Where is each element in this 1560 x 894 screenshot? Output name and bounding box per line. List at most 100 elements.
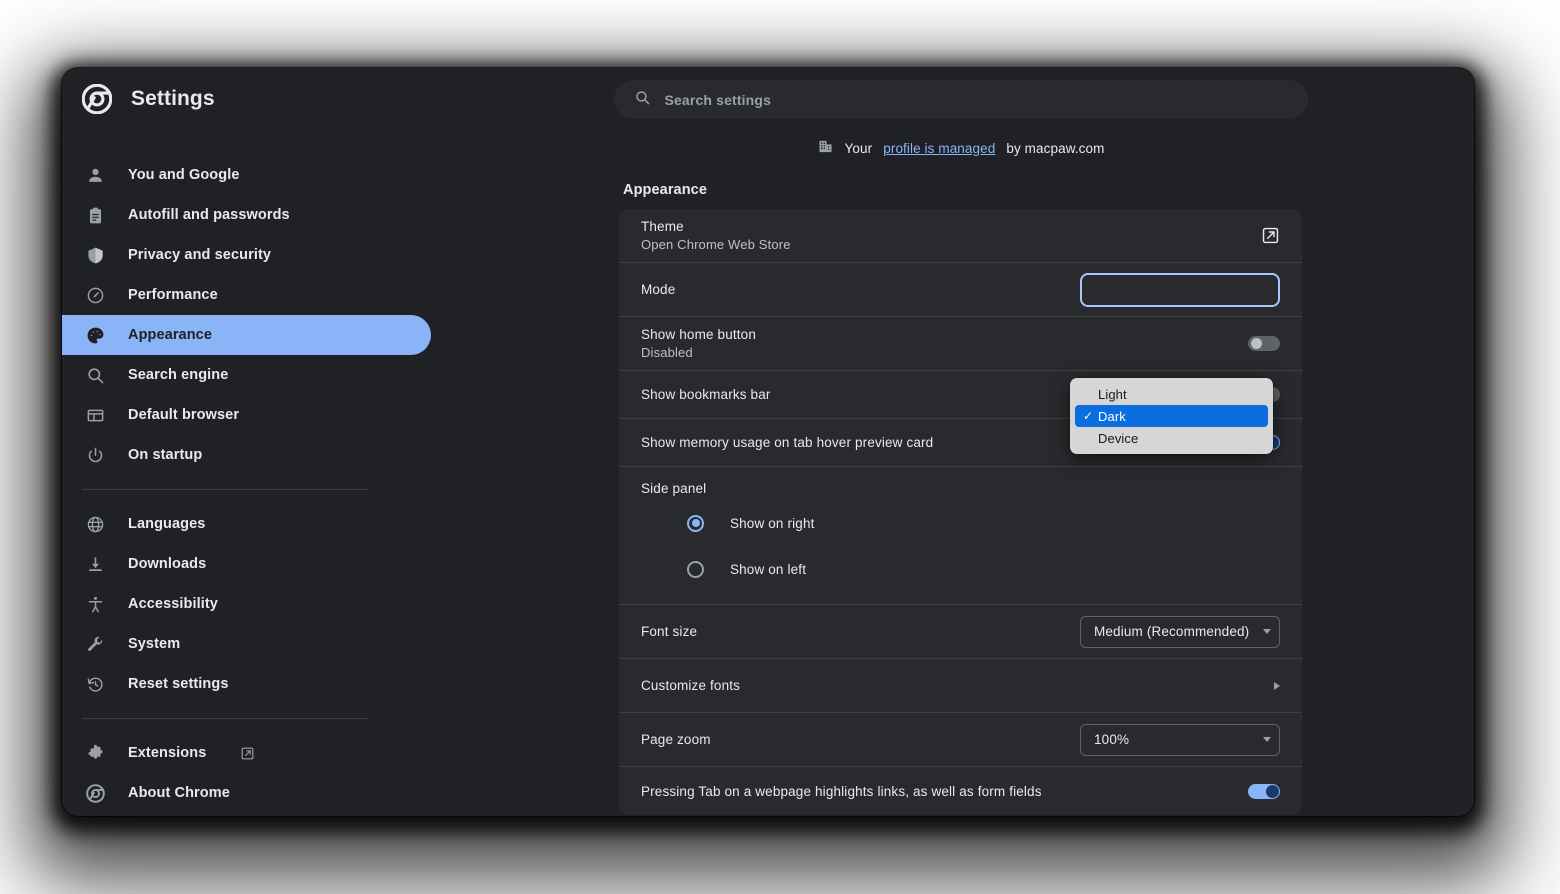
toggle-tab-highlight[interactable]: [1248, 783, 1280, 799]
sidebar-nav: You and Google Autofill and passwords Pr…: [62, 155, 447, 813]
chevron-down-icon: [1263, 737, 1271, 742]
search-icon: [84, 364, 106, 386]
menu-item-label: Device: [1098, 430, 1139, 446]
screenshot-stage: Settings You and Google Autofill and pas…: [0, 0, 1560, 894]
sidebar-item-on-startup[interactable]: On startup: [62, 435, 431, 475]
chevron-right-icon: [1274, 681, 1280, 690]
check-icon: ✓: [1083, 387, 1098, 401]
sidebar-item-extensions[interactable]: Extensions: [62, 733, 431, 773]
mode-select[interactable]: [1080, 272, 1280, 307]
radio-indicator: [687, 560, 704, 578]
row-mode[interactable]: Mode: [619, 263, 1302, 317]
menu-item-label: Dark: [1098, 408, 1126, 424]
sidebar-divider-1: [82, 489, 369, 490]
radio-label: Show on left: [730, 561, 807, 577]
row-label: Page zoom: [641, 732, 711, 747]
row-font-size-text: Font size: [641, 624, 1080, 639]
sidebar-item-default-browser[interactable]: Default browser: [62, 395, 431, 435]
sidebar-item-label: System: [128, 636, 181, 652]
accessibility-icon: [84, 593, 106, 615]
row-sublabel: Disabled: [641, 345, 693, 360]
sidebar-item-performance[interactable]: Performance: [62, 275, 431, 315]
side-panel-group: Side panel Show on right Show on left: [619, 467, 1302, 604]
font-size-select[interactable]: Medium (Recommended): [1080, 615, 1280, 648]
menu-item-label: Light: [1098, 386, 1127, 402]
sidebar-item-you-and-google[interactable]: You and Google: [62, 155, 431, 195]
row-page-zoom-text: Page zoom: [641, 732, 1080, 747]
sidebar-item-autofill-and-passwords[interactable]: Autofill and passwords: [62, 195, 431, 235]
page-zoom-select[interactable]: 100%: [1080, 723, 1280, 756]
search-area: Search settings: [447, 68, 1474, 119]
row-font-size[interactable]: Font size Medium (Recommended): [619, 605, 1302, 659]
menu-item-light[interactable]: ✓ Light: [1075, 383, 1268, 405]
row-theme[interactable]: Theme Open Chrome Web Store: [619, 209, 1302, 263]
page-zoom-value: 100%: [1094, 732, 1130, 747]
sidebar-item-label: Languages: [128, 516, 206, 532]
row-tab-highlight[interactable]: Pressing Tab on a webpage highlights lin…: [619, 767, 1302, 815]
check-icon: ✓: [1083, 409, 1094, 423]
check-icon: ✓: [1083, 431, 1098, 445]
menu-item-device[interactable]: ✓ Device: [1075, 427, 1268, 449]
wrench-icon: [84, 633, 106, 655]
browser-window-icon: [84, 404, 106, 426]
sidebar-item-label: Reset settings: [128, 676, 229, 692]
sidebar-item-appearance[interactable]: Appearance: [62, 315, 431, 355]
sidebar-item-label: Default browser: [128, 407, 240, 423]
menu-item-dark[interactable]: ✓ Dark: [1075, 405, 1268, 427]
sidebar-item-label: Extensions: [128, 745, 207, 761]
sidebar-item-label: About Chrome: [128, 785, 230, 801]
managed-suffix: by macpaw.com: [1006, 140, 1105, 156]
sidebar-item-label: Performance: [128, 287, 218, 303]
palette-icon: [84, 324, 106, 346]
row-label: Customize fonts: [641, 678, 741, 693]
row-label: Show home button: [641, 327, 756, 342]
sidebar-item-reset-settings[interactable]: Reset settings: [62, 664, 431, 704]
row-home-text: Show home button Disabled: [641, 327, 1248, 360]
side-panel-label: Side panel: [641, 481, 707, 496]
row-label: Pressing Tab on a webpage highlights lin…: [641, 783, 1042, 799]
managed-profile-link[interactable]: profile is managed: [883, 141, 995, 156]
chrome-settings-window: Settings You and Google Autofill and pas…: [62, 68, 1474, 816]
sidebar-item-label: Privacy and security: [128, 247, 272, 263]
section-title-appearance: Appearance: [623, 182, 708, 198]
search-input[interactable]: Search settings: [613, 80, 1308, 119]
clipboard-icon: [84, 204, 106, 226]
sidebar-item-search-engine[interactable]: Search engine: [62, 355, 431, 395]
row-theme-text: Theme Open Chrome Web Store: [641, 219, 1261, 252]
building-icon: [817, 138, 834, 158]
search-placeholder: Search settings: [664, 91, 772, 108]
sidebar-item-system[interactable]: System: [62, 624, 431, 664]
row-customize-fonts[interactable]: Customize fonts: [619, 659, 1302, 713]
font-size-value: Medium (Recommended): [1094, 624, 1250, 639]
person-icon: [84, 164, 106, 186]
shield-icon: [84, 244, 106, 266]
sidebar-item-downloads[interactable]: Downloads: [62, 544, 431, 584]
settings-brand: Settings: [62, 68, 447, 130]
row-label: Font size: [641, 624, 698, 639]
sidebar-item-label: Search engine: [128, 367, 229, 383]
power-icon: [84, 444, 106, 466]
radio-show-on-right[interactable]: Show on right: [619, 500, 1302, 546]
sidebar-item-languages[interactable]: Languages: [62, 504, 431, 544]
toggle-show-home-button[interactable]: [1248, 336, 1280, 351]
row-show-home-button[interactable]: Show home button Disabled: [619, 317, 1302, 371]
sidebar-item-accessibility[interactable]: Accessibility: [62, 584, 431, 624]
row-tab-highlight-text: Pressing Tab on a webpage highlights lin…: [641, 784, 1248, 799]
row-customize-fonts-text: Customize fonts: [641, 678, 1274, 693]
history-restore-icon: [84, 673, 106, 695]
search-icon: [634, 89, 651, 111]
sidebar-item-about-chrome[interactable]: About Chrome: [62, 773, 431, 813]
row-label: Theme: [641, 219, 684, 234]
sidebar-item-privacy-and-security[interactable]: Privacy and security: [62, 235, 431, 275]
row-page-zoom[interactable]: Page zoom 100%: [619, 713, 1302, 767]
external-link-icon[interactable]: [1261, 226, 1280, 245]
puzzle-icon: [84, 742, 106, 764]
radio-label: Show on right: [730, 515, 815, 531]
mode-dropdown-menu[interactable]: ✓ Light ✓ Dark ✓ Device: [1070, 378, 1273, 454]
radio-show-on-left[interactable]: Show on left: [619, 546, 1302, 592]
sidebar-item-label: Accessibility: [128, 596, 218, 612]
sidebar-item-label: You and Google: [128, 167, 240, 183]
managed-prefix: Your: [844, 140, 873, 156]
sidebar-item-label: Downloads: [128, 556, 207, 572]
radio-indicator: [687, 514, 704, 532]
